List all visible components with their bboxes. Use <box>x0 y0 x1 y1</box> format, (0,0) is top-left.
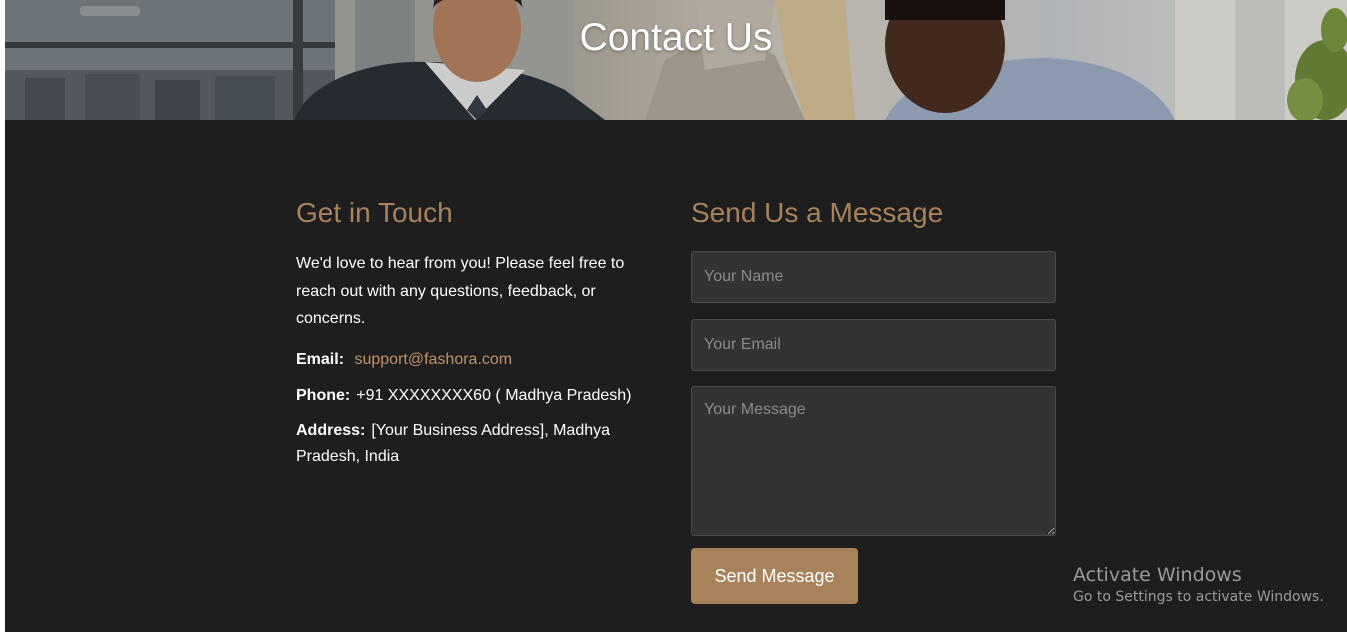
phone-value: +91 XXXXXXXX60 ( Madhya Pradesh) <box>356 386 632 404</box>
name-input[interactable] <box>691 251 1056 303</box>
phone-row: Phone: +91 XXXXXXXX60 ( Madhya Pradesh) <box>296 383 646 409</box>
send-message-button[interactable]: Send Message <box>691 548 858 604</box>
page-title: Contact Us <box>579 16 773 59</box>
contact-page: Contact Us Get in Touch We'd love to hea… <box>5 0 1347 632</box>
activate-windows-watermark: Activate Windows Go to Settings to activ… <box>1073 563 1324 607</box>
email-link[interactable]: support@fashora.com <box>354 351 512 368</box>
phone-label: Phone: <box>296 386 351 404</box>
address-label: Address: <box>296 421 366 439</box>
hero-banner: Contact Us <box>5 0 1347 120</box>
message-textarea[interactable] <box>691 386 1056 536</box>
email-input[interactable] <box>691 319 1056 371</box>
watermark-subtitle: Go to Settings to activate Windows. <box>1073 589 1324 605</box>
email-row: Email: support@fashora.com <box>296 347 646 373</box>
get-in-touch-heading: Get in Touch <box>296 197 453 228</box>
contact-form: Send Message <box>691 251 1056 604</box>
address-row: Address: [Your Business Address], Madhya … <box>296 418 646 470</box>
watermark-title: Activate Windows <box>1073 564 1242 586</box>
contact-form-section: Send Us a Message Send Message <box>691 196 1056 604</box>
intro-text: We'd love to hear from you! Please feel … <box>296 255 625 327</box>
contact-info-section: Get in Touch We'd love to hear from you!… <box>296 196 646 470</box>
send-message-heading: Send Us a Message <box>691 197 944 228</box>
email-label: Email: <box>296 350 345 368</box>
